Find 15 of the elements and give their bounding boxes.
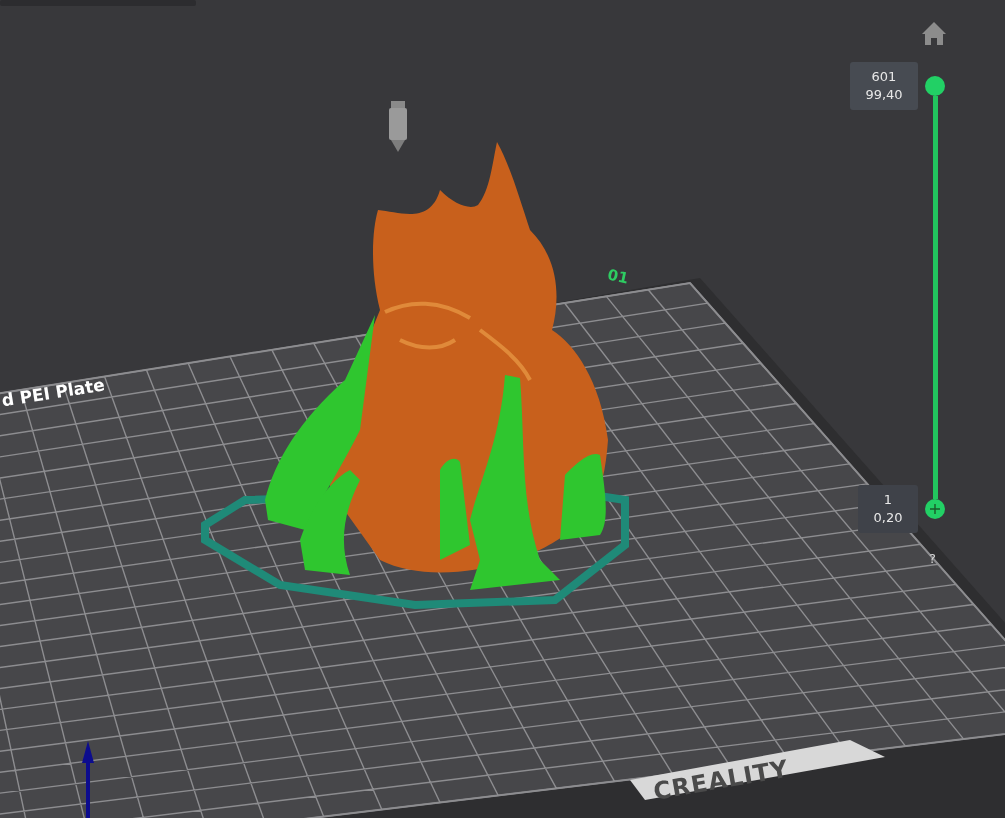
bed-logo: CREALITY [651,754,791,806]
plate-label: d PEI Plate [0,374,106,411]
help-link[interactable]: ? [929,551,936,566]
plus-icon [930,504,940,514]
layer-height: 0,20 [873,509,903,527]
plate-number: 01 [606,265,631,288]
lower-layer-handle[interactable] [925,499,945,519]
3d-viewport[interactable]: d PEI Plate 01 CREALITY 601 99,40 1 0,20 ? [0,0,1005,818]
layer-slider-track[interactable] [933,96,938,499]
home-icon[interactable] [922,22,946,45]
layer-number: 601 [871,68,897,86]
layer-height: 99,40 [865,86,903,104]
layer-number: 1 [883,491,893,509]
upper-layer-handle[interactable] [925,76,945,96]
nozzle-icon [389,101,407,152]
